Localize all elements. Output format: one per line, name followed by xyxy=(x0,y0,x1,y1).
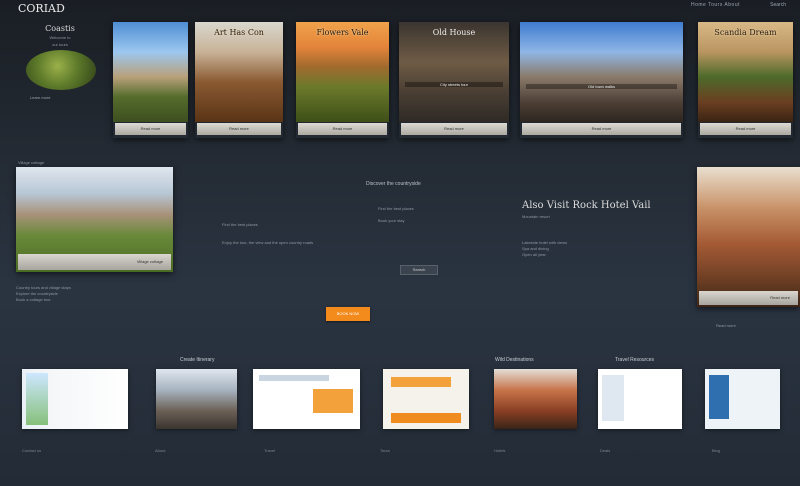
center-text-block: Enjoy the tour, the view and the open co… xyxy=(222,240,314,245)
feature-caption[interactable]: Read more xyxy=(699,291,798,305)
thumb-block xyxy=(313,389,353,413)
card-caption[interactable]: Read more xyxy=(197,123,281,135)
tour-card[interactable]: Read more xyxy=(113,22,188,138)
tour-card[interactable]: Flowers Vale Read more xyxy=(296,22,389,138)
footer-link[interactable]: Hotels xyxy=(494,448,505,453)
card-title: Old House xyxy=(432,28,476,37)
center-left-label: Find the best places xyxy=(222,222,258,227)
site-logo[interactable]: CORIAD xyxy=(18,2,65,15)
thumb-image xyxy=(26,373,48,425)
thumb-image xyxy=(602,375,624,421)
footer-link[interactable]: Contact us xyxy=(22,448,41,453)
intro-circle-image xyxy=(26,50,96,90)
card-image xyxy=(698,22,793,122)
feature-caption[interactable]: Village cottage xyxy=(18,254,171,270)
card-caption[interactable]: Read more xyxy=(298,123,387,135)
thumbnail[interactable] xyxy=(22,369,128,429)
tour-card[interactable]: Scandia Dream Read more xyxy=(698,22,793,138)
card-image xyxy=(399,22,509,122)
center-title: Discover the countryside xyxy=(366,181,421,187)
card-title: Scandia Dream xyxy=(714,28,777,37)
intro-footer-text[interactable]: Learn more xyxy=(30,95,50,100)
center-line: Book your stay xyxy=(378,218,405,223)
card-image xyxy=(113,22,188,122)
section-title: Travel Resources xyxy=(615,357,654,363)
center-line: Find the best places xyxy=(378,206,414,211)
card-image xyxy=(296,22,389,122)
feature-left-card[interactable]: Village cottage xyxy=(16,167,173,272)
card-image xyxy=(520,22,683,122)
footer-link[interactable]: Deals xyxy=(600,448,610,453)
thumbnail[interactable] xyxy=(598,369,682,429)
tour-card[interactable]: Art Has Con Read more xyxy=(195,22,283,138)
right-feature-sub: Mountain resort xyxy=(522,214,550,219)
thumb-bar xyxy=(259,375,329,381)
feature-text-line: Book a cottage tour xyxy=(16,297,51,302)
card-title: Flowers Vale xyxy=(316,28,369,37)
card-blurb: City streets tour xyxy=(405,82,503,87)
section-title: Wild Destinations xyxy=(495,357,534,363)
footer-link[interactable]: Blog xyxy=(712,448,720,453)
intro-block: Coastis Welcome to our tours xyxy=(14,24,106,47)
card-caption[interactable]: Read more xyxy=(700,123,791,135)
feature-image xyxy=(697,167,800,307)
book-now-button[interactable]: BOOK NOW xyxy=(326,307,370,321)
right-text-line: Open all year xyxy=(522,252,546,257)
thumbnail[interactable] xyxy=(383,369,469,429)
card-image xyxy=(195,22,283,122)
right-feature-link[interactable]: Read more xyxy=(716,323,736,329)
thumbnail[interactable] xyxy=(253,369,360,429)
top-search-link[interactable]: Search xyxy=(770,2,786,8)
right-feature-heading: Also Visit Rock Hotel Vail xyxy=(522,200,651,211)
card-caption[interactable]: Read more xyxy=(522,123,681,135)
thumbnail[interactable] xyxy=(705,369,780,429)
center-search-button[interactable]: Search xyxy=(400,265,438,275)
card-caption[interactable]: Read more xyxy=(115,123,186,135)
thumb-image xyxy=(709,375,729,419)
feature-right-card[interactable]: Read more xyxy=(697,167,800,307)
right-feature-text: Lakeside hotel with views Spa and dining… xyxy=(522,240,672,258)
thumb-bar xyxy=(391,377,451,387)
card-blurb: Old town walks xyxy=(526,84,677,89)
footer-link[interactable]: Tours xyxy=(380,448,390,453)
footer-link[interactable]: About xyxy=(155,448,165,453)
card-title: Art Has Con xyxy=(214,28,264,37)
thumb-bar xyxy=(391,413,461,423)
card-caption[interactable]: Read more xyxy=(401,123,507,135)
intro-title: Coastis xyxy=(45,24,75,33)
intro-line: Welcome to xyxy=(49,35,71,40)
feature-label: Village cottage xyxy=(18,160,45,165)
top-nav-links[interactable]: Home Tours About xyxy=(691,2,740,8)
tour-card[interactable]: Old House City streets tour Read more xyxy=(399,22,509,138)
thumbnail[interactable] xyxy=(156,369,237,429)
thumbnail[interactable] xyxy=(494,369,577,429)
intro-line: our tours xyxy=(52,42,68,47)
section-title: Create Itinerary xyxy=(180,357,215,363)
feature-left-text: Country tours and village stays Explore … xyxy=(16,285,196,303)
tour-card[interactable]: Old town walks Read more xyxy=(520,22,683,138)
footer-link[interactable]: Travel xyxy=(264,448,275,453)
